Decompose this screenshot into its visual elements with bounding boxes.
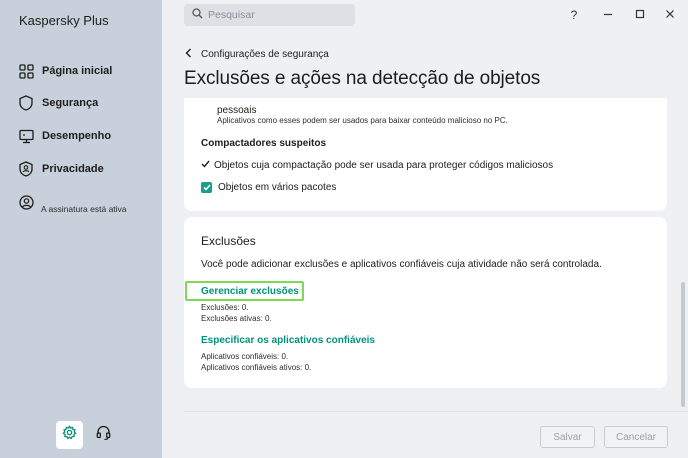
home-grid-icon <box>18 63 34 79</box>
manage-exclusions-link[interactable]: Gerenciar exclusões <box>201 286 299 297</box>
sidebar-item-performance[interactable]: Desempenho <box>18 126 111 146</box>
option-label: Objetos cuja compactação pode ser usada … <box>214 160 554 171</box>
sidebar-item-label: Segurança <box>42 97 99 109</box>
help-icon: ? <box>570 8 578 22</box>
maximize-button[interactable] <box>630 6 650 24</box>
personal-description: Aplicativos como esses podem ser usados … <box>217 116 508 125</box>
privacy-shield-icon <box>18 161 34 177</box>
search-icon <box>192 6 203 24</box>
footer-divider <box>184 411 688 412</box>
sidebar-item-home[interactable]: Página inicial <box>18 61 112 81</box>
suspicious-packers-card: pessoais Aplicativos como esses podem se… <box>184 98 667 211</box>
support-button[interactable] <box>93 424 113 446</box>
gear-icon <box>62 425 77 445</box>
section-description: Você pode adicionar exclusões e aplicati… <box>201 259 602 270</box>
packers-option-multipacked[interactable]: Objetos em vários pacotes <box>201 182 336 193</box>
section-title: Exclusões <box>201 234 256 248</box>
headset-icon <box>96 425 111 446</box>
sidebar: Kaspersky Plus Página inicial Segurança … <box>0 0 162 458</box>
close-button[interactable] <box>660 6 680 24</box>
personal-label: pessoais <box>217 105 257 116</box>
trusted-apps-count: Aplicativos confiáveis: 0. <box>201 352 289 361</box>
scrollbar-thumb[interactable] <box>681 282 685 407</box>
sidebar-item-label: Desempenho <box>42 130 112 142</box>
page-title: Exclusões e ações na detecção de objetos <box>184 68 541 89</box>
sidebar-item-label: Página inicial <box>42 65 113 77</box>
save-button[interactable]: Salvar <box>540 426 595 448</box>
cancel-button[interactable]: Cancelar <box>604 426 668 448</box>
breadcrumb: Configurações de segurança <box>201 49 329 60</box>
brand-text: Kaspersky Plus <box>19 13 109 28</box>
sidebar-item-privacy[interactable]: Privacidade <box>18 159 104 179</box>
settings-button[interactable] <box>56 421 83 449</box>
sidebar-item-label: Privacidade <box>42 163 104 175</box>
trusted-apps-link[interactable]: Especificar os aplicativos confiáveis <box>201 335 375 346</box>
search-bar[interactable] <box>184 4 355 26</box>
minimize-button[interactable] <box>598 6 618 24</box>
user-icon <box>18 194 34 210</box>
checkbox-checked[interactable] <box>201 182 212 193</box>
packers-option-protect[interactable]: Objetos cuja compactação pode ser usada … <box>201 160 553 171</box>
app-brand: Kaspersky Plus <box>19 13 109 28</box>
active-trusted-apps-count: Aplicativos confiáveis ativos: 0. <box>201 363 312 372</box>
shield-icon <box>18 95 34 111</box>
option-label: Objetos em vários pacotes <box>218 182 337 193</box>
active-exclusions-count: Exclusões ativas: 0. <box>201 314 272 323</box>
chevron-left-icon <box>185 48 192 61</box>
subscription-status: A assinatura está ativa <box>41 204 127 214</box>
account-button[interactable] <box>18 192 42 212</box>
exclusions-count: Exclusões: 0. <box>201 303 249 312</box>
close-icon <box>665 8 675 22</box>
search-input[interactable] <box>208 9 348 21</box>
exclusions-card: Exclusões Você pode adicionar exclusões … <box>184 217 667 388</box>
help-button[interactable]: ? <box>564 6 584 24</box>
minimize-icon <box>603 8 613 22</box>
maximize-icon <box>635 8 645 22</box>
checkmark-icon <box>201 160 211 171</box>
monitor-icon <box>18 128 34 144</box>
packers-heading: Compactadores suspeitos <box>201 138 327 149</box>
sidebar-item-security[interactable]: Segurança <box>18 93 98 113</box>
back-navigation[interactable]: Configurações de segurança <box>185 48 329 61</box>
